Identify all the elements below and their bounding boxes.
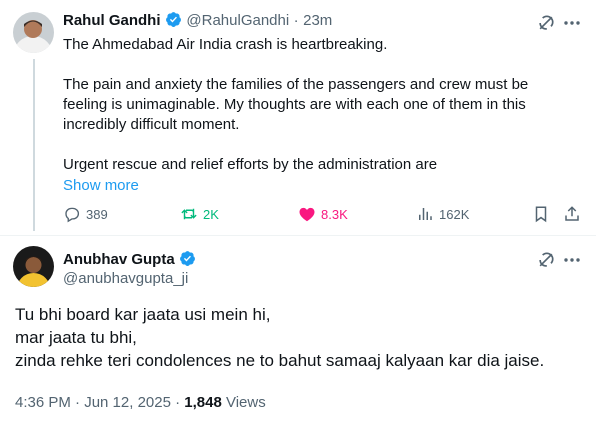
tweet-line: incredibly difficult moment. bbox=[63, 116, 240, 133]
reply-line: zinda rehke teri condolences ne to bahut… bbox=[15, 351, 545, 370]
like-count: 8.3K bbox=[321, 206, 348, 222]
repost-button[interactable]: 2K bbox=[180, 205, 219, 223]
tweet-line: The Ahmedabad Air India crash is heartbr… bbox=[63, 36, 388, 53]
reply-meta: 4:36 PM · Jun 12, 2025 · 1,848 Views bbox=[15, 394, 266, 411]
bookmark-button[interactable] bbox=[532, 205, 550, 223]
repost-count: 2K bbox=[203, 206, 219, 222]
share-icon bbox=[565, 206, 579, 221]
verified-badge-icon bbox=[180, 251, 196, 266]
grok-icon[interactable] bbox=[536, 13, 556, 33]
reply-count: 389 bbox=[86, 206, 108, 222]
views-count: 162K bbox=[439, 206, 470, 222]
reply-line: mar jaata tu bhi, bbox=[15, 328, 137, 347]
grok-icon[interactable] bbox=[536, 250, 556, 270]
repost-icon bbox=[181, 208, 197, 220]
verified-badge-icon bbox=[166, 12, 181, 27]
thread-line bbox=[33, 59, 35, 231]
reply-views-count: 1,848 bbox=[184, 394, 222, 411]
separator: · bbox=[293, 12, 299, 29]
reply-author-handle[interactable]: @anubhavgupta_ji bbox=[63, 270, 188, 287]
views-icon bbox=[419, 208, 432, 220]
reply-icon bbox=[65, 207, 80, 223]
reply-button[interactable]: 389 bbox=[63, 205, 108, 223]
more-icon[interactable] bbox=[562, 250, 582, 270]
reply-timestamp[interactable]: 4:36 PM · Jun 12, 2025 · bbox=[15, 394, 184, 411]
divider bbox=[0, 235, 596, 236]
reply-line: Tu bhi board kar jaata usi mein hi, bbox=[15, 305, 271, 324]
tweet-line: The pain and anxiety the families of the… bbox=[63, 76, 529, 93]
reply-author-name[interactable]: Anubhav Gupta bbox=[63, 251, 175, 268]
reply-header: Anubhav Gupta bbox=[63, 250, 196, 269]
reply-body: Tu bhi board kar jaata usi mein hi, mar … bbox=[15, 303, 585, 372]
share-button[interactable] bbox=[563, 205, 581, 223]
anubhav-avatar[interactable] bbox=[13, 246, 54, 287]
author-name[interactable]: Rahul Gandhi bbox=[63, 12, 161, 29]
tweet-body: The Ahmedabad Air India crash is heartbr… bbox=[63, 35, 583, 196]
more-icon[interactable] bbox=[562, 13, 582, 33]
author-handle[interactable]: @RahulGandhi bbox=[186, 12, 289, 29]
show-more-link[interactable]: Show more bbox=[63, 176, 583, 196]
tweet-header: Rahul Gandhi @RahulGandhi · 23m bbox=[63, 11, 332, 30]
rahul-avatar[interactable] bbox=[13, 12, 54, 53]
views-button[interactable]: 162K bbox=[416, 205, 469, 223]
like-icon bbox=[299, 207, 315, 222]
bookmark-icon bbox=[535, 206, 547, 223]
like-button[interactable]: 8.3K bbox=[298, 205, 348, 223]
tweet-line: feeling is unimaginable. My thoughts are… bbox=[63, 96, 526, 113]
reply-views-label: Views bbox=[221, 394, 266, 411]
tweet-line: Urgent rescue and relief efforts by the … bbox=[63, 156, 438, 173]
tweet-time[interactable]: 23m bbox=[303, 12, 332, 29]
